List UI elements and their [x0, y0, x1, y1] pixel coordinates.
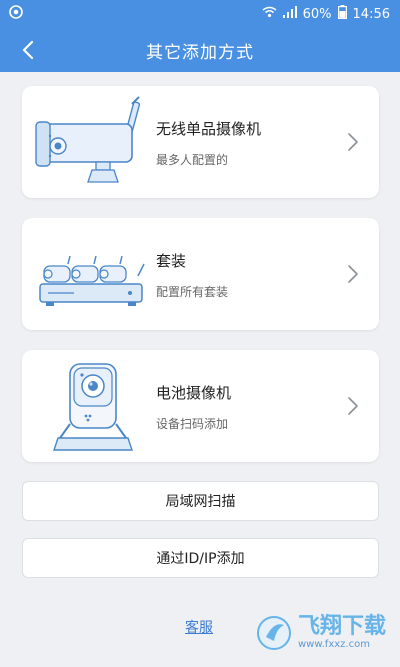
battery-percent: 60%	[302, 6, 332, 22]
chevron-right-icon	[348, 265, 358, 283]
battery-icon	[337, 5, 347, 23]
card-title: 无线单品摄像机	[156, 120, 262, 138]
chevron-right-icon	[348, 397, 358, 415]
card-title: 电池摄像机	[156, 384, 232, 402]
signal-icon	[282, 6, 297, 22]
kit-card[interactable]: 套装 配置所有套装	[22, 218, 379, 330]
status-bar: 60% 14:56	[0, 0, 400, 28]
battery-camera-illustration	[53, 363, 133, 451]
customer-service-link[interactable]: 客服	[185, 617, 213, 637]
wireless-camera-card[interactable]: 无线单品摄像机 最多人配置的	[22, 86, 379, 198]
card-subtitle: 最多人配置的	[156, 153, 229, 167]
watermark-text: 飞翔下载	[298, 614, 387, 639]
battery-camera-card[interactable]: 电池摄像机 设备扫码添加	[22, 350, 379, 462]
back-button[interactable]	[10, 28, 46, 72]
watermark: 飞翔下载 www.fxxz.com	[256, 605, 394, 661]
title-bar: 其它添加方式	[0, 28, 400, 72]
card-title: 套装	[156, 252, 187, 270]
wireless-camera-illustration	[35, 96, 141, 183]
card-subtitle: 设备扫码添加	[156, 417, 229, 431]
watermark-url: www.fxxz.com	[298, 639, 370, 650]
back-arrow-icon	[22, 40, 34, 60]
lan-scan-button[interactable]: 局域网扫描	[22, 481, 379, 521]
card-subtitle: 配置所有套装	[156, 285, 229, 299]
add-by-id-button[interactable]: 通过ID/IP添加	[22, 538, 379, 578]
app-notification-icon	[8, 4, 24, 24]
chevron-right-icon	[348, 133, 358, 151]
watermark-logo	[257, 616, 291, 650]
status-right: 60% 14:56	[262, 5, 390, 23]
camera-kit-illustration	[39, 255, 145, 306]
page-title: 其它添加方式	[146, 42, 254, 63]
clock: 14:56	[352, 6, 390, 22]
wifi-icon	[262, 6, 277, 22]
